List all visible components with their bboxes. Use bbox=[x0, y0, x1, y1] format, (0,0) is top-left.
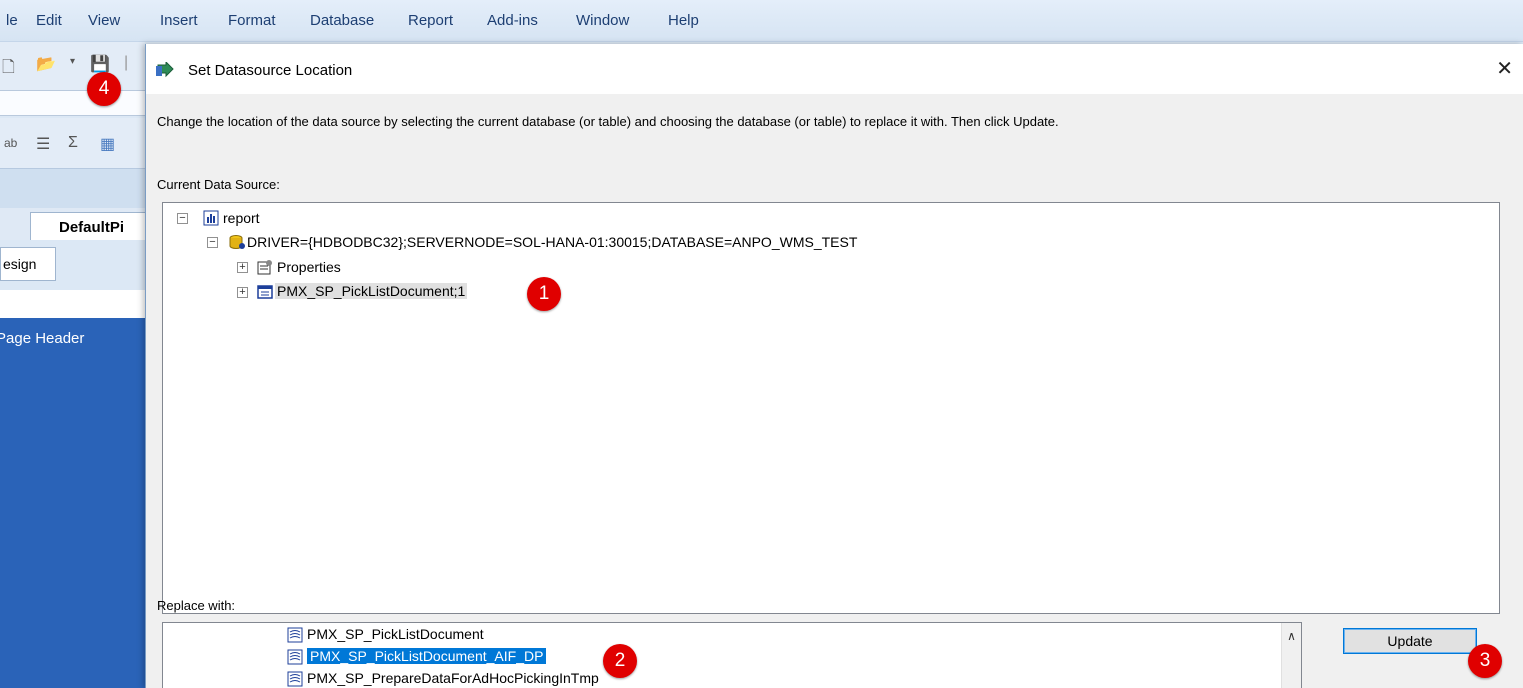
menu-view[interactable]: View bbox=[88, 12, 120, 29]
collapse-icon[interactable]: − bbox=[207, 237, 218, 248]
close-icon[interactable]: ✕ bbox=[1496, 56, 1513, 81]
callout-badge-2: 2 bbox=[603, 644, 637, 678]
current-data-source-tree[interactable]: − report − DRIVER={HDBODBC32};SERVERNODE… bbox=[162, 202, 1500, 614]
crosstab-icon[interactable]: ▦ bbox=[100, 134, 115, 154]
database-icon bbox=[229, 235, 245, 249]
scroll-up-arrow-icon[interactable]: ∧ bbox=[1281, 623, 1301, 688]
menu-window[interactable]: Window bbox=[576, 12, 629, 29]
menu-add-ins[interactable]: Add-ins bbox=[487, 12, 538, 29]
document-tab-row: DefaultPi bbox=[0, 208, 150, 240]
properties-icon bbox=[257, 260, 272, 275]
menu-file[interactable]: le bbox=[6, 12, 18, 29]
stored-procedure-icon bbox=[287, 627, 303, 643]
new-file-icon[interactable]: 🗋 bbox=[2, 56, 15, 83]
set-datasource-dialog: Set Datasource Location ✕ Change the loc… bbox=[145, 44, 1523, 688]
replace-with-tree[interactable]: PMX_SP_PickListDocument PMX_SP_PickListD… bbox=[162, 622, 1302, 688]
text-object-icon[interactable]: ab bbox=[4, 136, 17, 150]
insert-toolbar: ab ☰ Σ ▦ bbox=[0, 118, 145, 168]
menu-database[interactable]: Database bbox=[310, 12, 374, 29]
standard-toolbar: 🗋 📂 ▾ 💾 | bbox=[0, 42, 145, 90]
toolbar-band bbox=[0, 168, 145, 208]
stored-procedure-icon bbox=[287, 671, 303, 687]
summary-icon[interactable]: Σ bbox=[68, 134, 78, 152]
stored-procedure-icon bbox=[287, 649, 303, 665]
current-data-source-label: Current Data Source: bbox=[157, 177, 280, 192]
collapse-icon[interactable]: − bbox=[177, 213, 188, 224]
report-icon bbox=[203, 210, 219, 226]
menu-report[interactable]: Report bbox=[408, 12, 453, 29]
menu-help[interactable]: Help bbox=[668, 12, 699, 29]
toolbar-separator: | bbox=[124, 54, 129, 71]
table-icon bbox=[257, 285, 273, 299]
callout-badge-4: 4 bbox=[87, 72, 121, 106]
expand-icon[interactable]: + bbox=[237, 287, 248, 298]
save-icon[interactable]: 💾 bbox=[90, 54, 110, 74]
dropdown-arrow-icon[interactable]: ▾ bbox=[70, 56, 75, 67]
page-header-section-label: Page Header bbox=[0, 330, 85, 347]
callout-badge-3: 3 bbox=[1468, 644, 1502, 678]
dialog-titlebar: Set Datasource Location ✕ bbox=[146, 44, 1523, 94]
dialog-title: Set Datasource Location bbox=[188, 62, 353, 79]
group-icon[interactable]: ☰ bbox=[36, 134, 50, 154]
menu-insert[interactable]: Insert bbox=[160, 12, 198, 29]
dialog-description: Change the location of the data source b… bbox=[157, 114, 1059, 129]
replace-with-label: Replace with: bbox=[157, 598, 236, 613]
datasource-arrow-icon bbox=[156, 62, 174, 78]
document-tab[interactable]: DefaultPi bbox=[30, 212, 150, 240]
menu-bar: le Edit View Insert Format Database Repo… bbox=[0, 0, 1523, 42]
menu-format[interactable]: Format bbox=[228, 12, 276, 29]
formula-row bbox=[0, 90, 145, 116]
update-button[interactable]: Update bbox=[1343, 628, 1477, 654]
report-design-area bbox=[0, 318, 145, 688]
design-tab[interactable]: esign bbox=[0, 247, 56, 281]
expand-icon[interactable]: + bbox=[237, 262, 248, 273]
open-folder-icon[interactable]: 📂 bbox=[36, 54, 56, 74]
callout-badge-1: 1 bbox=[527, 277, 561, 311]
menu-edit[interactable]: Edit bbox=[36, 12, 62, 29]
